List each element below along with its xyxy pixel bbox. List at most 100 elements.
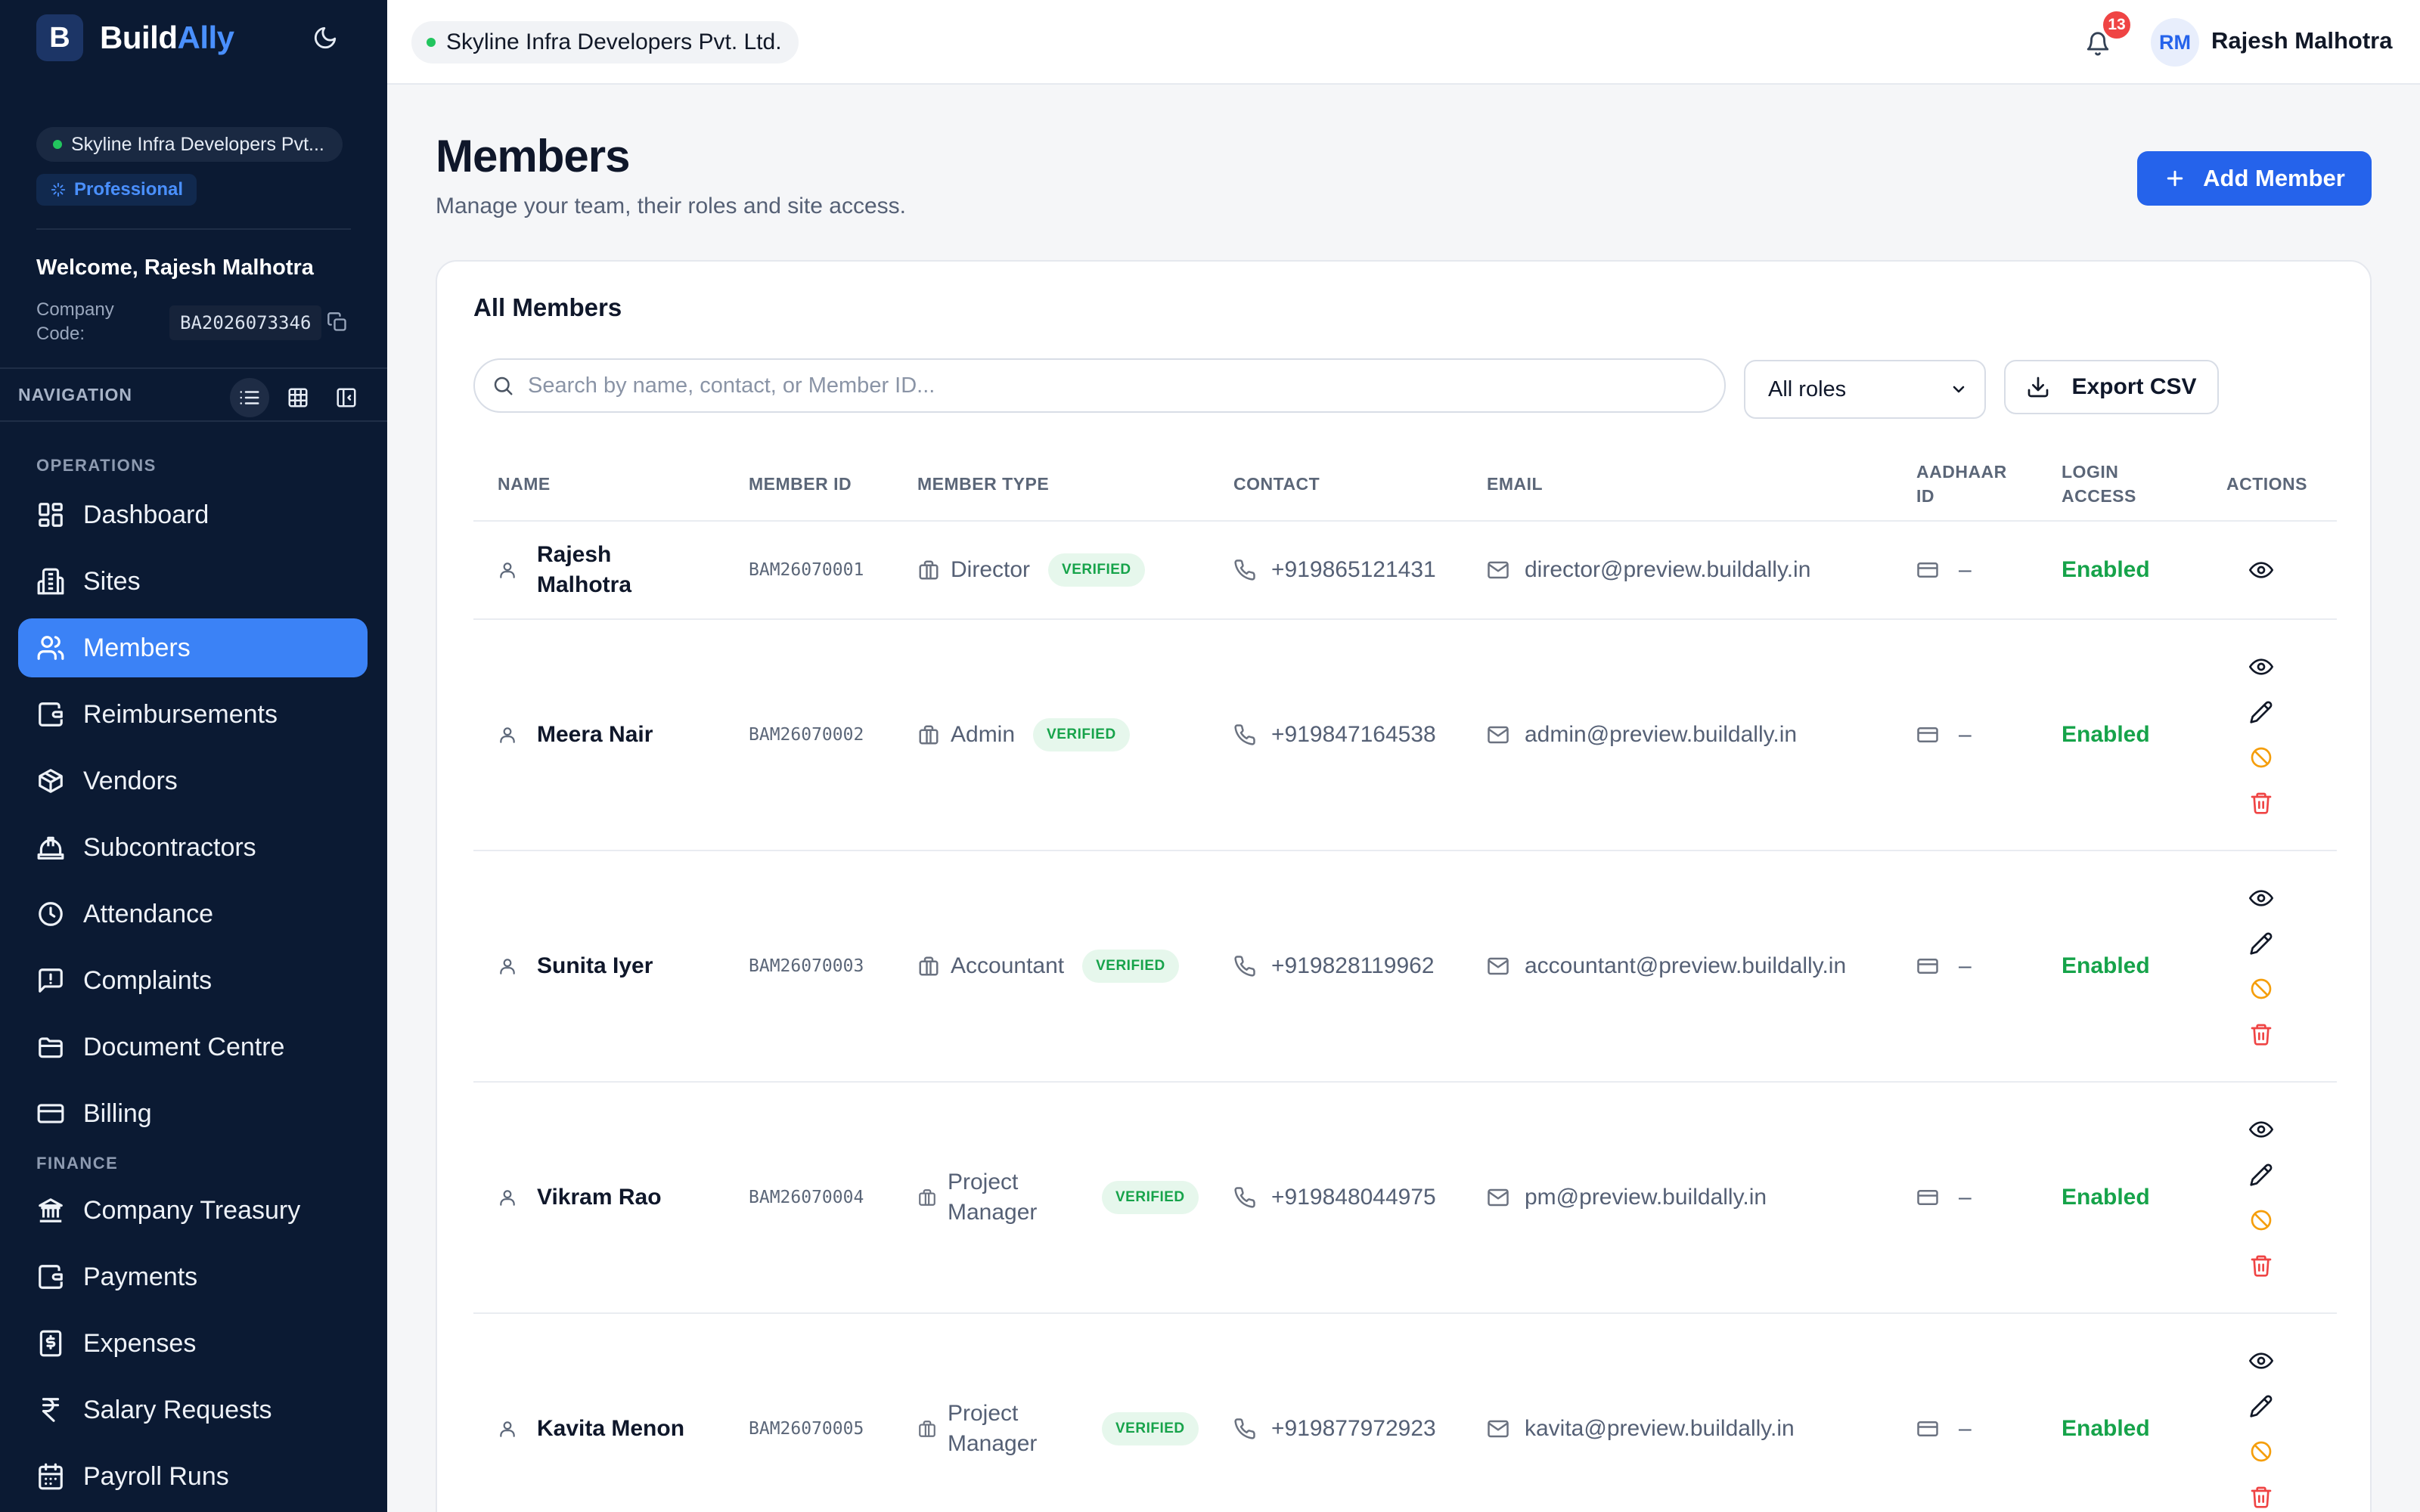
ban-icon[interactable] bbox=[2249, 1439, 2273, 1464]
col-aadhaar[interactable]: AADHAAR ID bbox=[1916, 460, 2007, 508]
sidebar-org-pill[interactable]: Skyline Infra Developers Pvt... bbox=[36, 127, 343, 162]
plus-icon bbox=[2164, 167, 2186, 190]
copy-icon[interactable] bbox=[327, 311, 348, 333]
row-actions bbox=[2238, 851, 2284, 1081]
pencil-icon[interactable] bbox=[2249, 1394, 2273, 1418]
eye-icon[interactable] bbox=[2249, 655, 2273, 679]
avatar[interactable]: RM bbox=[2151, 18, 2199, 67]
user-name[interactable]: Rajesh Malhotra bbox=[2211, 27, 2392, 54]
sidebar-item-label: Complaints bbox=[83, 965, 213, 995]
phone-icon bbox=[1233, 1186, 1256, 1209]
trash-icon[interactable] bbox=[2249, 1485, 2273, 1509]
member-email: kavita@preview.buildally.in bbox=[1487, 1314, 1795, 1512]
sidebar-item-label: Vendors bbox=[83, 766, 178, 795]
eye-icon[interactable] bbox=[2249, 1117, 2273, 1142]
verified-badge: VERIFIED bbox=[1102, 1412, 1199, 1445]
col-name[interactable]: NAME bbox=[498, 472, 551, 496]
company-code-label: Company Code: bbox=[36, 299, 114, 344]
sidebar-item-payroll-runs[interactable]: Payroll Runs bbox=[18, 1447, 368, 1506]
search-input[interactable] bbox=[528, 373, 1662, 398]
sidebar-item-expenses[interactable]: Expenses bbox=[18, 1314, 368, 1373]
grid-view-icon[interactable] bbox=[278, 378, 318, 417]
export-csv-button[interactable]: Export CSV bbox=[2004, 360, 2219, 414]
table-row[interactable]: Vikram Rao BAM26070004 Project Manager VE… bbox=[473, 1083, 2337, 1314]
download-icon bbox=[2026, 375, 2050, 399]
login-status: Enabled bbox=[2062, 953, 2150, 978]
member-email: director@preview.buildally.in bbox=[1487, 522, 1810, 618]
member-type: Admin VERIFIED bbox=[917, 620, 1130, 850]
ban-icon[interactable] bbox=[2249, 1208, 2273, 1232]
sidebar-item-billing[interactable]: Billing bbox=[18, 1084, 368, 1143]
row-actions bbox=[2238, 1314, 2284, 1512]
credit-card-icon bbox=[36, 1099, 65, 1128]
table-row[interactable]: Meera Nair BAM26070002 Admin VERIFIED +9… bbox=[473, 620, 2337, 851]
sidebar-item-reimbursements[interactable]: Reimbursements bbox=[18, 685, 368, 744]
pencil-icon[interactable] bbox=[2249, 931, 2273, 956]
dashboard-icon bbox=[36, 500, 65, 529]
row-actions bbox=[2238, 522, 2284, 618]
member-name: Meera Nair bbox=[498, 620, 653, 850]
ban-icon[interactable] bbox=[2249, 977, 2273, 1001]
brand-logo: B bbox=[36, 14, 83, 61]
col-login-access[interactable]: LOGIN ACCESS bbox=[2062, 460, 2136, 508]
list-view-icon[interactable] bbox=[230, 378, 269, 417]
ban-icon[interactable] bbox=[2249, 745, 2273, 770]
col-member-type[interactable]: MEMBER TYPE bbox=[917, 472, 1049, 496]
sidebar-item-subcontractors[interactable]: Subcontractors bbox=[18, 818, 368, 877]
org-switcher[interactable]: Skyline Infra Developers Pvt. Ltd. bbox=[411, 21, 799, 64]
message-alert-icon bbox=[36, 966, 65, 995]
add-member-button[interactable]: Add Member bbox=[2137, 151, 2372, 206]
member-id: BAM26070003 bbox=[749, 956, 864, 976]
sidebar-item-members[interactable]: Members bbox=[18, 618, 368, 677]
trash-icon[interactable] bbox=[2249, 791, 2273, 815]
col-contact[interactable]: CONTACT bbox=[1233, 472, 1320, 496]
sidebar-item-label: Reimbursements bbox=[83, 699, 278, 729]
moon-icon[interactable] bbox=[307, 20, 343, 56]
table-row[interactable]: Sunita Iyer BAM26070003 Accountant VERIF… bbox=[473, 851, 2337, 1083]
search-box[interactable] bbox=[473, 358, 1726, 413]
sidebar-item-vendors[interactable]: Vendors bbox=[18, 751, 368, 810]
sidebar-item-document-centre[interactable]: Document Centre bbox=[18, 1018, 368, 1077]
member-id: BAM26070002 bbox=[749, 725, 864, 745]
user-icon bbox=[498, 725, 517, 745]
member-name: Kavita Menon bbox=[498, 1314, 684, 1512]
sidebar-item-label: Subcontractors bbox=[83, 832, 256, 862]
col-email[interactable]: EMAIL bbox=[1487, 472, 1543, 496]
member-name: Vikram Rao bbox=[498, 1083, 662, 1312]
trash-icon[interactable] bbox=[2249, 1253, 2273, 1278]
sidebar-item-attendance[interactable]: Attendance bbox=[18, 885, 368, 943]
member-email: pm@preview.buildally.in bbox=[1487, 1083, 1767, 1312]
pencil-icon[interactable] bbox=[2249, 700, 2273, 724]
role-filter-select[interactable]: All roles bbox=[1744, 360, 1986, 419]
sidebar-item-label: Sites bbox=[83, 566, 141, 596]
row-actions bbox=[2238, 620, 2284, 850]
brand[interactable]: B BuildAlly bbox=[36, 14, 234, 62]
eye-icon[interactable] bbox=[2249, 886, 2273, 910]
eye-icon[interactable] bbox=[2249, 1349, 2273, 1373]
table-row[interactable]: Kavita Menon BAM26070005 Project Manager … bbox=[473, 1314, 2337, 1512]
login-status: Enabled bbox=[2062, 1416, 2150, 1441]
verified-badge: VERIFIED bbox=[1048, 553, 1145, 587]
trash-icon[interactable] bbox=[2249, 1022, 2273, 1046]
briefcase-icon bbox=[917, 955, 940, 978]
sidebar-item-payments[interactable]: Payments bbox=[18, 1247, 368, 1306]
notification-badge: 13 bbox=[2101, 9, 2133, 41]
collapse-sidebar-icon[interactable] bbox=[327, 378, 366, 417]
sidebar-item-salary-requests[interactable]: Salary Requests bbox=[18, 1380, 368, 1439]
role-filter-value: All roles bbox=[1768, 376, 1847, 401]
pencil-icon[interactable] bbox=[2249, 1163, 2273, 1187]
eye-icon[interactable] bbox=[2249, 558, 2273, 582]
hardhat-icon bbox=[36, 833, 65, 862]
sidebar-item-complaints[interactable]: Complaints bbox=[18, 951, 368, 1010]
member-contact: +919847164538 bbox=[1233, 620, 1436, 850]
phone-icon bbox=[1233, 723, 1256, 746]
sidebar-org-name: Skyline Infra Developers Pvt... bbox=[71, 133, 324, 155]
col-member-id[interactable]: MEMBER ID bbox=[749, 472, 852, 496]
member-aadhaar: – bbox=[1916, 620, 1972, 850]
sidebar-item-dashboard[interactable]: Dashboard bbox=[18, 485, 368, 544]
sidebar-item-company-treasury[interactable]: Company Treasury bbox=[18, 1181, 368, 1240]
sidebar-item-sites[interactable]: Sites bbox=[18, 552, 368, 611]
table-row[interactable]: Rajesh Malhotra BAM26070001 Director VERI… bbox=[473, 522, 2337, 620]
member-email: admin@preview.buildally.in bbox=[1487, 620, 1797, 850]
calendar-icon bbox=[36, 1462, 65, 1491]
